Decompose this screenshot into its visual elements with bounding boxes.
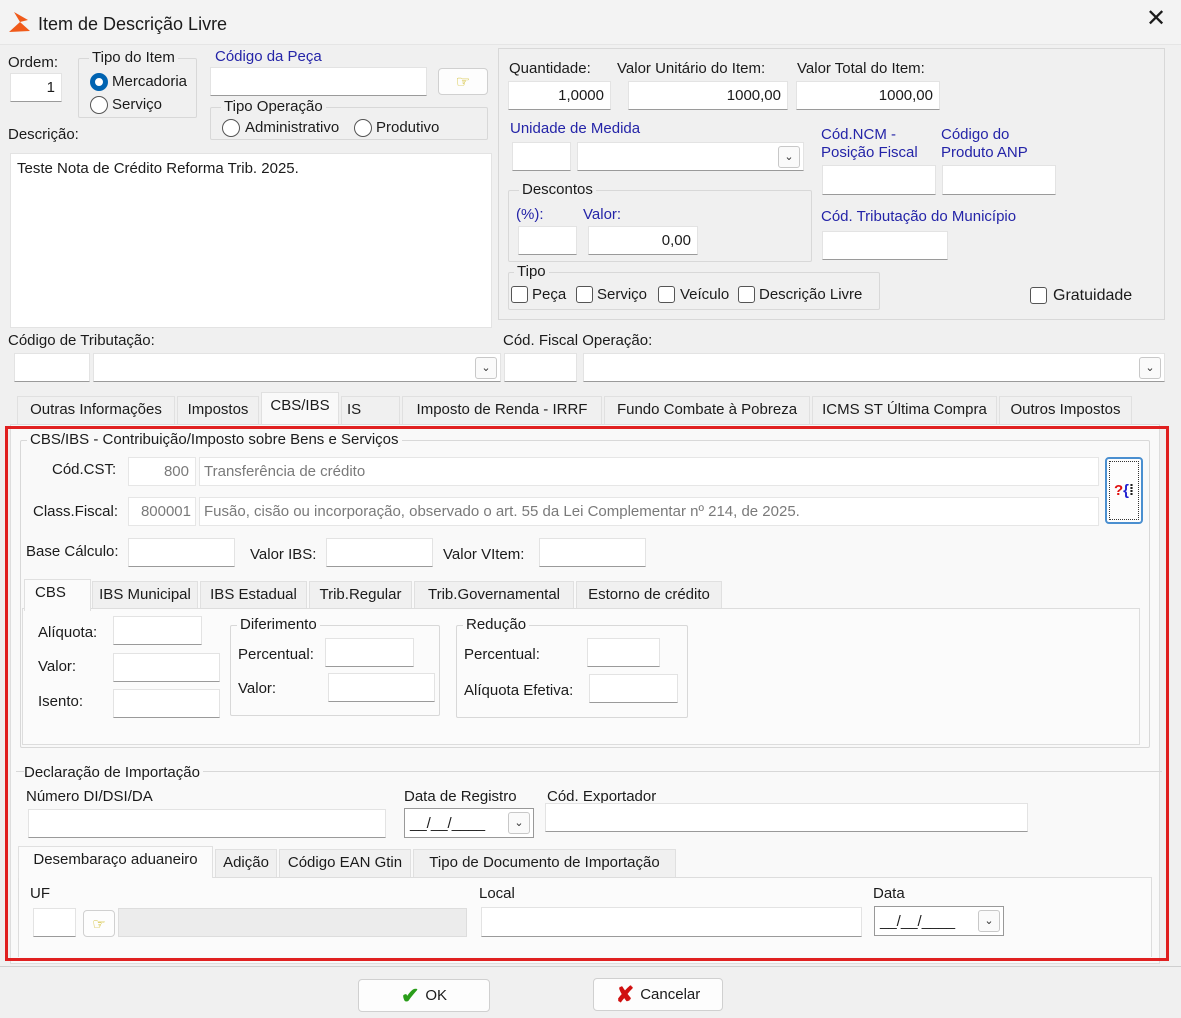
desconto-pct-label: (%):: [516, 206, 544, 223]
cod-fiscal-input[interactable]: [504, 353, 577, 382]
tab-icms-st[interactable]: ICMS ST Última Compra: [812, 396, 997, 424]
desconto-pct-input[interactable]: [518, 226, 577, 255]
valor-total-label: Valor Total do Item:: [797, 60, 925, 77]
cod-fiscal-combo[interactable]: ⌄: [583, 353, 1165, 382]
check-descricao-livre-label: Descrição Livre: [759, 286, 863, 303]
desconto-valor-label: Valor:: [583, 206, 622, 223]
codigo-peca-input[interactable]: [210, 67, 427, 96]
anp-input[interactable]: [942, 165, 1056, 195]
check-gratuidade-label: Gratuidade: [1053, 287, 1133, 304]
radio-mercadoria-label: Mercadoria: [112, 73, 188, 90]
chevron-down-icon[interactable]: ⌄: [1139, 357, 1161, 379]
tab-cbs-ibs[interactable]: CBS/IBS: [261, 392, 339, 424]
cod-fiscal-label: Cód. Fiscal Operação:: [503, 332, 653, 349]
chevron-down-icon[interactable]: ⌄: [778, 146, 800, 168]
unidade-code-input[interactable]: [512, 142, 571, 171]
unidade-label: Unidade de Medida: [510, 120, 641, 137]
ok-button[interactable]: ✔ OK: [358, 979, 490, 1012]
search-peca-button[interactable]: ☞: [438, 68, 488, 95]
ordem-input[interactable]: 1: [10, 73, 62, 102]
radio-mercadoria[interactable]: [90, 73, 108, 91]
quantidade-label: Quantidade:: [509, 60, 591, 77]
highlight-frame: [5, 426, 1169, 961]
checkmark-icon: ✔: [400, 982, 420, 1008]
valor-unitario-label: Valor Unitário do Item:: [617, 60, 766, 77]
check-gratuidade[interactable]: [1030, 287, 1047, 304]
cod-tributacao-combo[interactable]: ⌄: [93, 353, 501, 382]
chevron-down-icon[interactable]: ⌄: [475, 357, 497, 379]
cod-trib-municipio-label: Cód. Tributação do Município: [821, 208, 1017, 225]
valor-unitario-input[interactable]: 1000,00: [628, 81, 788, 110]
valor-total-input[interactable]: 1000,00: [796, 81, 940, 110]
check-descricao-livre[interactable]: [738, 286, 755, 303]
codigo-peca-label: Código da Peça: [215, 48, 322, 65]
check-servico[interactable]: [576, 286, 593, 303]
check-veiculo[interactable]: [658, 286, 675, 303]
radio-administrativo-label: Administrativo: [245, 119, 340, 136]
cod-trib-municipio-input[interactable]: [822, 231, 948, 260]
close-icon[interactable]: ✕: [1146, 7, 1166, 31]
tab-is[interactable]: IS: [341, 396, 400, 424]
check-peca[interactable]: [511, 286, 528, 303]
x-icon: ✘: [615, 981, 635, 1007]
radio-produtivo-label: Produtivo: [376, 119, 440, 136]
descricao-label: Descrição:: [8, 126, 79, 143]
cod-tributacao-input[interactable]: [14, 353, 90, 382]
radio-administrativo[interactable]: [222, 119, 240, 137]
unidade-combo[interactable]: ⌄: [577, 142, 804, 171]
ordem-label: Ordem:: [8, 54, 59, 71]
footer-divider: [0, 966, 1181, 967]
radio-produtivo[interactable]: [354, 119, 372, 137]
tab-imposto-renda[interactable]: Imposto de Renda - IRRF: [402, 396, 602, 424]
descricao-textarea[interactable]: Teste Nota de Crédito Reforma Trib. 2025…: [10, 153, 492, 328]
pointing-hand-icon: ☞: [455, 73, 471, 91]
anp-label: Código do Produto ANP: [941, 126, 1028, 161]
title-bar: Item de Descrição Livre ✕: [0, 0, 1181, 45]
tab-outros-impostos[interactable]: Outros Impostos: [999, 396, 1132, 424]
tab-outras-informacoes[interactable]: Outras Informações: [17, 396, 175, 424]
check-peca-label: Peça: [532, 286, 567, 303]
tab-fundo-combate-pobreza[interactable]: Fundo Combate à Pobreza: [604, 396, 810, 424]
cod-tributacao-label: Código de Tributação:: [8, 332, 155, 349]
cancel-button[interactable]: ✘ Cancelar: [593, 978, 723, 1011]
check-veiculo-label: Veículo: [680, 286, 730, 303]
ncm-label: Cód.NCM - Posição Fiscal: [821, 126, 918, 161]
desconto-valor-input[interactable]: 0,00: [588, 226, 698, 255]
app-logo-icon: [9, 12, 30, 32]
ncm-input[interactable]: [822, 165, 936, 195]
check-servico-label: Serviço: [597, 286, 648, 303]
quantidade-input[interactable]: 1,0000: [508, 81, 611, 110]
tab-impostos[interactable]: Impostos: [177, 396, 259, 424]
window-title: Item de Descrição Livre: [38, 14, 228, 34]
radio-servico[interactable]: [90, 96, 108, 114]
radio-servico-label: Serviço: [112, 96, 163, 113]
